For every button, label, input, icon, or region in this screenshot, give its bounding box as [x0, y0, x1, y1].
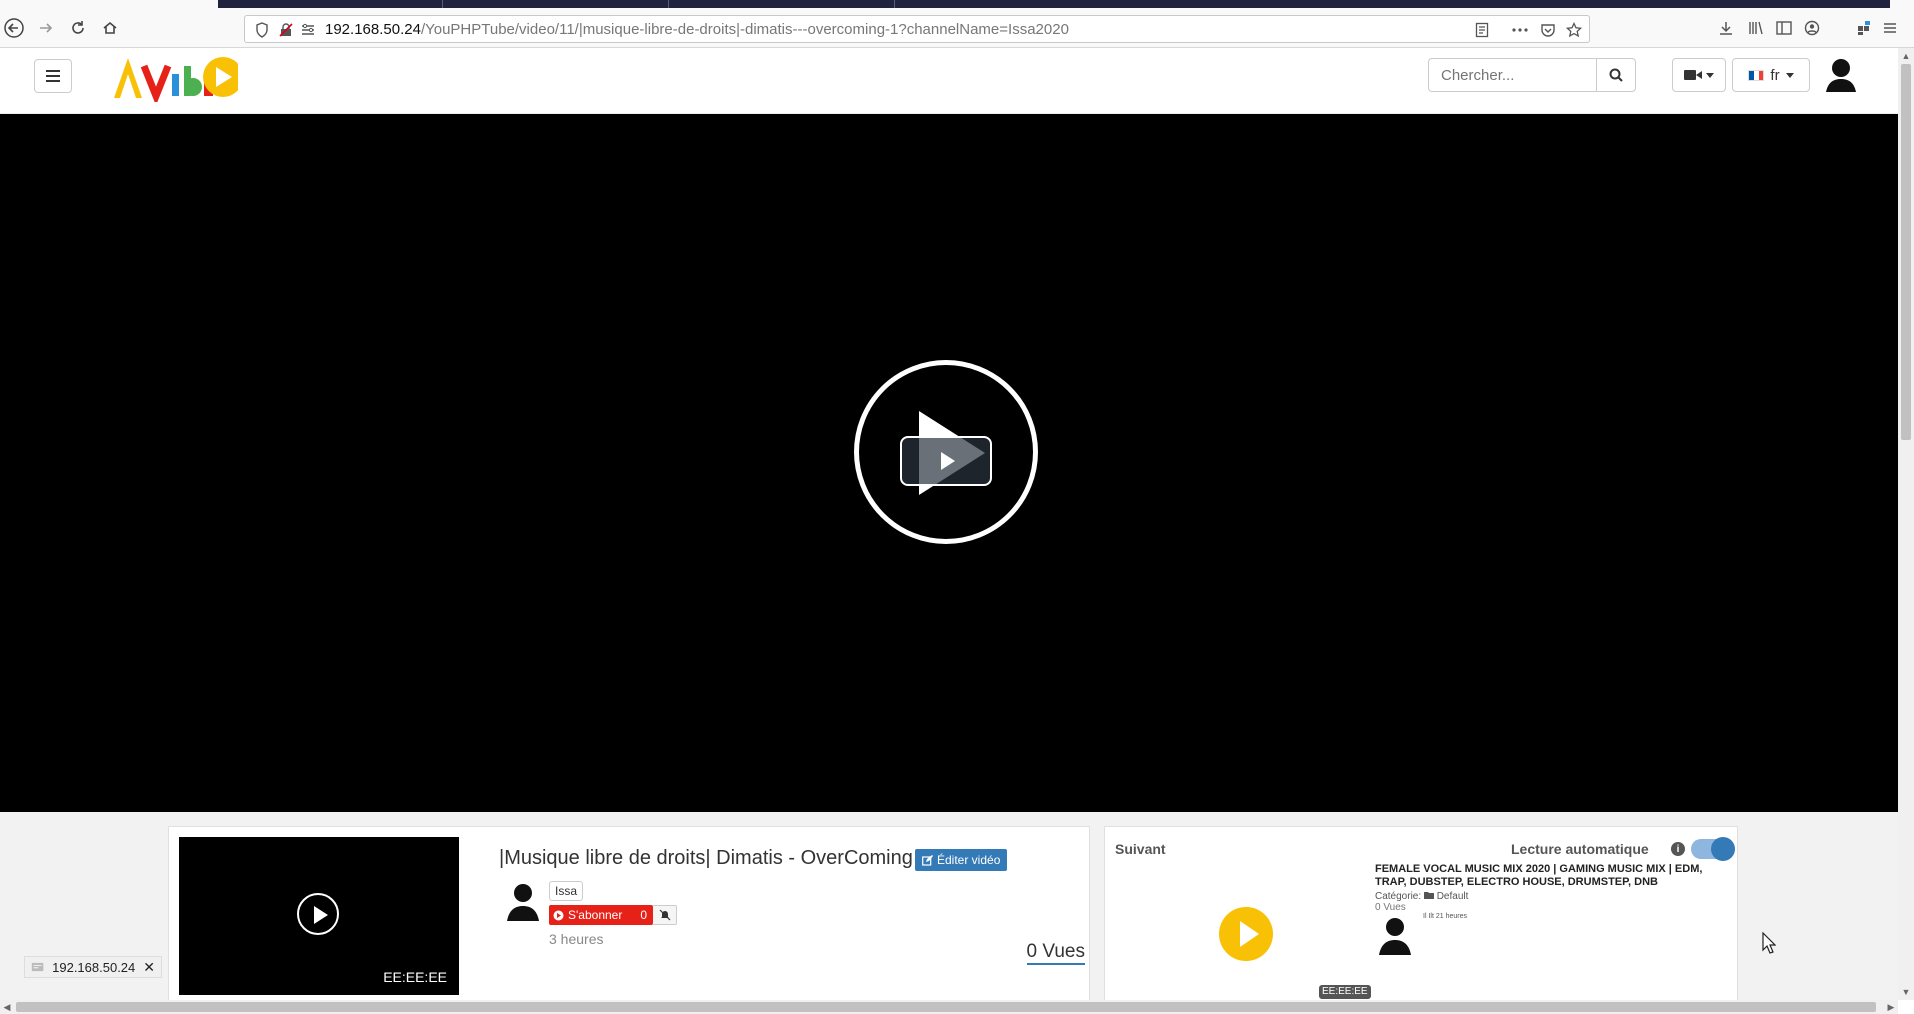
account-icon[interactable]	[1800, 16, 1824, 40]
hamburger-menu-button[interactable]	[34, 59, 72, 93]
tab-strip[interactable]	[218, 0, 1890, 8]
horizontal-scroll-thumb[interactable]	[16, 1002, 1876, 1012]
scroll-up-icon[interactable]: ▲	[1898, 48, 1914, 64]
bell-slash-icon	[659, 909, 670, 921]
subscribe-label: S'abonner	[568, 908, 623, 922]
autoplay-label: Lecture automatique	[1511, 841, 1649, 857]
vertical-scroll-thumb[interactable]	[1901, 64, 1911, 440]
sidebar-icon[interactable]	[1772, 16, 1796, 40]
shield-icon[interactable]	[253, 21, 271, 39]
pocket-icon[interactable]	[1539, 21, 1557, 39]
next-video-date: Il Ilt 21 heures	[1423, 913, 1467, 920]
category-label: Catégorie:	[1375, 891, 1422, 902]
close-icon[interactable]: ✕	[143, 959, 155, 976]
next-video-title[interactable]: FEMALE VOCAL MUSIC MIX 2020 | GAMING MUS…	[1375, 863, 1733, 889]
channel-avatar-icon[interactable]	[505, 881, 541, 921]
status-host-pill: 192.168.50.24 ✕	[24, 956, 162, 978]
bookmark-star-icon[interactable]	[1565, 21, 1583, 39]
url-host: 192.168.50.24	[325, 21, 421, 38]
search-icon	[1609, 68, 1623, 82]
next-video-author-avatar-icon[interactable]	[1377, 915, 1413, 955]
folder-icon	[1423, 892, 1434, 899]
language-label: fr	[1770, 66, 1780, 84]
network-icon	[31, 962, 44, 972]
browser-toolbar: 192.168.50.24/YouPHPTube/video/11/|musiq…	[0, 0, 1914, 48]
next-video-duration: EE:EE:EE	[1319, 985, 1371, 999]
next-video-views: 0 Vues	[1375, 902, 1406, 913]
video-info-card: EE:EE:EE |Musique libre de droits| Dimat…	[168, 826, 1090, 1002]
mouse-cursor-icon	[1762, 932, 1776, 954]
upload-video-button[interactable]	[1672, 58, 1726, 92]
search-button[interactable]	[1596, 58, 1636, 92]
edit-video-button[interactable]: Éditer vidéo	[915, 849, 1008, 871]
chevron-down-icon	[1785, 72, 1794, 78]
next-video-category: Catégorie: Default	[1375, 891, 1468, 902]
vertical-scrollbar[interactable]: ▲ ▼	[1898, 48, 1914, 1000]
channel-name-link[interactable]: Issa	[549, 881, 584, 901]
chevron-down-icon	[1706, 72, 1714, 78]
status-host: 192.168.50.24	[52, 959, 136, 975]
menu-icon[interactable]	[1878, 16, 1902, 40]
insecure-lock-icon[interactable]	[277, 21, 295, 39]
edit-video-label: Éditer vidéo	[937, 853, 1001, 867]
subscriber-count: 0	[640, 908, 647, 922]
view-count-link[interactable]: 0 Vues	[1026, 941, 1085, 965]
video-duration: EE:EE:EE	[383, 969, 447, 985]
library-icon[interactable]	[1744, 16, 1768, 40]
avideo-logo[interactable]	[108, 52, 238, 102]
forward-icon[interactable]	[34, 16, 58, 40]
site-navbar: fr	[0, 48, 1898, 114]
download-icon[interactable]	[1714, 16, 1738, 40]
back-icon[interactable]	[2, 16, 26, 40]
french-flag-icon	[1748, 69, 1765, 81]
url-path: /YouPHPTube/video/11/|musique-libre-de-d…	[420, 21, 1069, 38]
home-icon[interactable]	[98, 16, 122, 40]
play-icon	[941, 452, 955, 470]
video-player[interactable]	[0, 114, 1898, 812]
user-avatar-icon[interactable]	[1824, 56, 1858, 94]
more-actions-icon[interactable]	[1511, 21, 1529, 39]
search-input[interactable]	[1428, 58, 1596, 92]
extensions-icon[interactable]	[1852, 16, 1876, 40]
language-select[interactable]: fr	[1732, 58, 1810, 92]
scroll-left-icon[interactable]: ◀	[0, 1000, 14, 1014]
scroll-down-icon[interactable]: ▼	[1898, 984, 1914, 1000]
scroll-right-icon[interactable]: ▶	[1884, 1000, 1898, 1014]
next-heading: Suivant	[1115, 841, 1166, 857]
url-bar[interactable]: 192.168.50.24/YouPHPTube/video/11/|musiq…	[244, 15, 1590, 43]
published-time: 3 heures	[549, 931, 604, 947]
play-circle-icon	[553, 910, 564, 920]
permissions-icon[interactable]	[299, 21, 317, 39]
reload-icon[interactable]	[66, 16, 90, 40]
category-value[interactable]: Default	[1437, 891, 1469, 902]
notification-toggle-button[interactable]	[653, 905, 677, 925]
info-icon[interactable]: i	[1671, 842, 1685, 856]
video-title: |Musique libre de droits| Dimatis - Over…	[499, 847, 913, 869]
next-video-play-icon[interactable]	[1219, 907, 1273, 961]
subscribe-button[interactable]: S'abonner 0	[549, 905, 653, 925]
big-play-button[interactable]	[900, 436, 992, 486]
horizontal-scrollbar[interactable]: ◀ ▶	[0, 1000, 1898, 1014]
video-camera-icon	[1684, 70, 1702, 80]
autoplay-toggle[interactable]	[1691, 837, 1735, 861]
next-video-card: Suivant Lecture automatique i FEMALE VOC…	[1104, 826, 1738, 1002]
play-icon[interactable]	[297, 893, 339, 935]
reader-mode-icon[interactable]	[1473, 21, 1491, 39]
video-thumbnail[interactable]: EE:EE:EE	[179, 837, 459, 995]
edit-icon	[922, 854, 933, 866]
url-text: 192.168.50.24/YouPHPTube/video/11/|musiq…	[325, 21, 1069, 38]
